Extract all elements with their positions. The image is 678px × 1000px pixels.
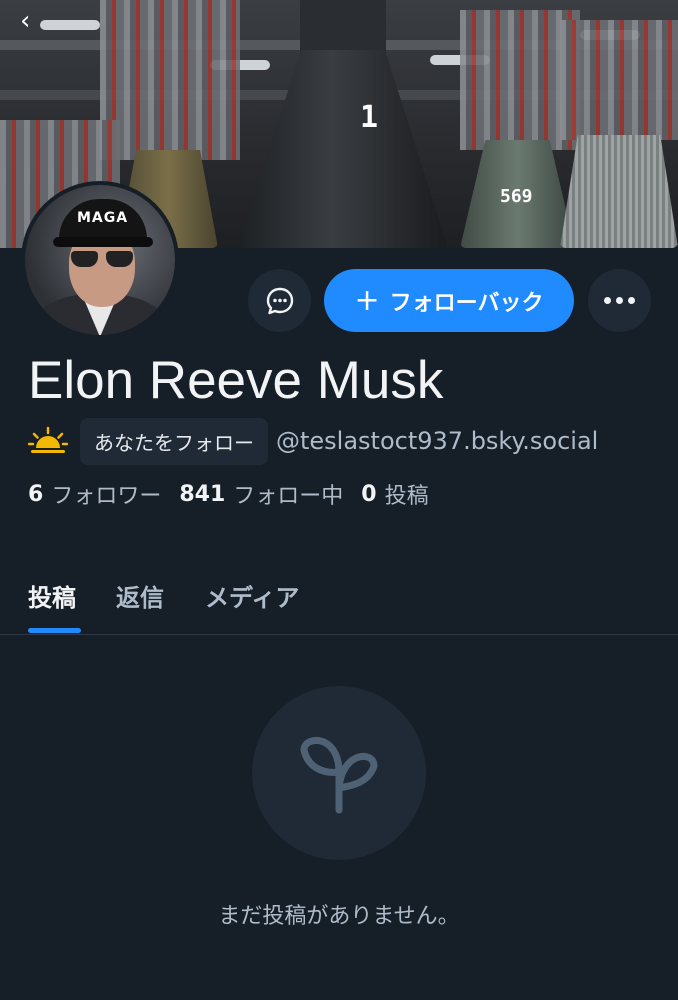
profile-meta-row: あなたをフォロー @teslastoct937.bsky.social bbox=[28, 417, 599, 465]
following-label[interactable]: フォロー中 bbox=[233, 478, 343, 510]
banner-light bbox=[40, 20, 100, 30]
plus-icon: + bbox=[354, 282, 380, 318]
engine-bell bbox=[560, 135, 678, 248]
banner-machinery bbox=[560, 20, 678, 140]
engine-bell bbox=[238, 50, 448, 248]
follow-back-button[interactable]: + フォローバック bbox=[324, 269, 574, 332]
sunrise-icon bbox=[28, 426, 68, 453]
profile-stats: 6 フォロワー 841 フォロー中 0 投稿 bbox=[28, 478, 447, 510]
avatar-sunglasses bbox=[71, 251, 133, 267]
posts-label: 投稿 bbox=[384, 484, 429, 509]
sprout-icon bbox=[300, 736, 378, 814]
empty-state-icon-circle bbox=[252, 686, 426, 860]
avatar-cap-brim bbox=[53, 237, 153, 247]
tab-posts[interactable]: 投稿 bbox=[28, 578, 76, 613]
followers-count[interactable]: 6 bbox=[28, 482, 43, 507]
follows-you-badge: あなたをフォロー bbox=[80, 417, 268, 465]
display-name: Elon Reeve Musk bbox=[28, 351, 444, 410]
following-count[interactable]: 841 bbox=[179, 482, 225, 507]
banner-machinery bbox=[100, 0, 240, 160]
profile-tabs: 投稿 返信 メディア bbox=[0, 560, 678, 635]
back-icon[interactable]: ‹ bbox=[20, 6, 30, 36]
engine-number-label: 569 bbox=[500, 186, 533, 207]
engine-number-label: 1 bbox=[360, 100, 379, 135]
avatar-image: MAGA bbox=[25, 185, 175, 335]
message-button[interactable] bbox=[248, 269, 311, 332]
user-handle: @teslastoct937.bsky.social bbox=[276, 427, 599, 455]
tab-replies[interactable]: 返信 bbox=[116, 578, 164, 613]
follow-back-label: フォローバック bbox=[389, 290, 544, 316]
ellipsis-icon bbox=[604, 297, 635, 304]
avatar[interactable]: MAGA bbox=[21, 181, 179, 339]
followers-label[interactable]: フォロワー bbox=[51, 478, 161, 510]
more-options-button[interactable] bbox=[588, 269, 651, 332]
avatar-cap-text: MAGA bbox=[77, 210, 129, 226]
posts-count: 0 bbox=[361, 481, 377, 507]
active-tab-indicator bbox=[28, 628, 81, 633]
empty-state-message: まだ投稿がありません。 bbox=[218, 904, 460, 929]
chat-bubble-icon bbox=[266, 287, 293, 314]
tab-media[interactable]: メディア bbox=[205, 578, 299, 613]
